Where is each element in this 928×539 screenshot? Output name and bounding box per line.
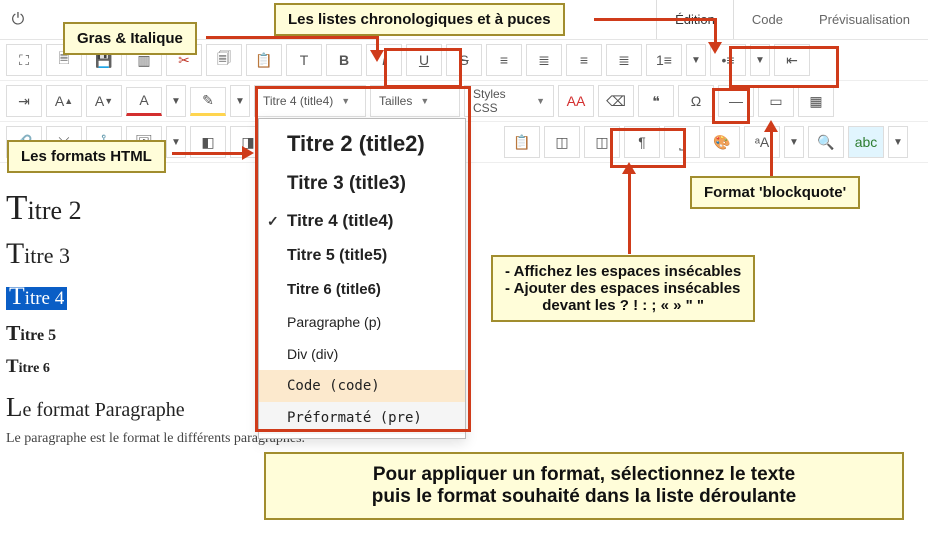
text-color-caret[interactable]: ▼ [166,85,186,117]
selected-heading: Titre 4 [6,287,67,310]
size-select[interactable]: Tailles▼ [370,85,460,117]
instruction-box: Pour appliquer un format, sélectionnez l… [264,452,904,520]
callout-html-formats: Les formats HTML [7,140,166,173]
nbsp-line1: - Affichez les espaces insécables [505,263,741,280]
styles-select[interactable]: Styles CSS▼ [464,85,554,117]
bold-button[interactable]: B [326,44,362,76]
tab-edition[interactable]: Édition [656,0,734,39]
dropdown-pre[interactable]: Préformaté (pre) [259,402,465,434]
underline-button[interactable]: U [406,44,442,76]
unordered-list-caret[interactable]: ▼ [750,44,770,76]
text-color-icon[interactable]: A [126,87,162,116]
format-dropdown[interactable]: Titre 2 (title2) Titre 3 (title3) Titre … [258,118,466,439]
case-caret[interactable]: ▼ [784,126,804,158]
image-caret[interactable]: ▼ [166,126,186,158]
module2-icon[interactable]: ◫ [584,126,620,158]
dropdown-div[interactable]: Div (div) [259,338,465,370]
callout-lists: Les listes chronologiques et à puces [274,3,565,36]
tab-code[interactable]: Code [734,0,801,39]
nbsp-line2: - Ajouter des espaces insécables [505,280,741,297]
size-select-value: Tailles [379,94,412,108]
letter: A [139,92,148,108]
ordered-list-caret[interactable]: ▼ [686,44,706,76]
dropdown-title4[interactable]: Titre 4 (title4) [259,203,465,239]
divider-icon[interactable]: — [718,85,754,117]
eraser-icon[interactable]: ⌫ [598,85,634,117]
tab-preview[interactable]: Prévisualisation [801,0,928,39]
unordered-list-icon[interactable]: •≡ [710,44,746,76]
paste-icon[interactable]: 📋 [246,44,282,76]
spellcheck-caret[interactable]: ▼ [888,126,908,158]
format-select-value: Titre 4 (title4) [263,94,333,108]
strike-button[interactable]: S [446,44,482,76]
outdent-icon[interactable]: ⇤ [774,44,810,76]
dropdown-title2[interactable]: Titre 2 (title2) [259,123,465,165]
highlight-icon[interactable]: ✎ [190,87,226,116]
highlight-caret[interactable]: ▼ [230,85,250,117]
instr-line1: Pour appliquer un format, sélectionnez l… [282,464,886,486]
pilcrow-icon[interactable]: ¶ [624,126,660,158]
callout-blockquote: Format 'blockquote' [690,176,860,209]
dropdown-title5[interactable]: Titre 5 (title5) [259,239,465,273]
nbsp-icon[interactable]: ⎵ [664,126,700,158]
indent-icon[interactable]: ⇥ [6,85,42,117]
font-smaller-icon[interactable]: A▼ [86,85,122,117]
copy-icon[interactable]: 🗐 [206,44,242,76]
special-char-icon[interactable]: Ω [678,85,714,117]
dropdown-title3[interactable]: Titre 3 (title3) [259,165,465,203]
callout-nbsp: - Affichez les espaces insécables - Ajou… [491,255,755,322]
clipboard-check-icon[interactable]: 📋 [504,126,540,158]
ordered-list-icon[interactable]: 1≡ [646,44,682,76]
palette-icon[interactable]: 🎨 [704,126,740,158]
table-icon[interactable]: ▦ [798,85,834,117]
letter: A [95,93,104,109]
italic-button[interactable]: I [366,44,402,76]
font-larger-icon[interactable]: A▲ [46,85,82,117]
power-button[interactable]: ⏻ [0,0,36,39]
align-justify-icon[interactable]: ≣ [606,44,642,76]
letter: A [55,93,64,109]
align-right-icon[interactable]: ≡ [566,44,602,76]
blockquote-icon[interactable]: ❝ [638,85,674,117]
mode-tabs: Édition Code Prévisualisation [656,0,928,39]
paste-text-icon[interactable]: T [286,44,322,76]
dropdown-title6[interactable]: Titre 6 (title6) [259,273,465,306]
toolbar-row-2: ⇥ A▲ A▼ A ▼ ✎ ▼ Titre 4 (title4)▼ Taille… [0,81,928,122]
spellcheck-icon[interactable]: abc [848,126,884,158]
instr-line2: puis le format souhaité dans la liste dé… [282,486,886,508]
format-select[interactable]: Titre 4 (title4)▼ [254,85,366,117]
align-left-icon[interactable]: ≡ [486,44,522,76]
hr-icon[interactable]: ▭ [758,85,794,117]
nbsp-line3: devant les ? ! : ; « » " " [505,297,741,314]
callout-bold-italic: Gras & Italique [63,22,197,55]
dropdown-code[interactable]: Code (code) [259,370,465,402]
fullscreen-icon[interactable]: ⛶ [6,44,42,76]
capitalize-icon[interactable]: AA [558,85,594,117]
case-icon[interactable]: ᵃA [744,126,780,158]
align-center-icon[interactable]: ≣ [526,44,562,76]
styles-select-value: Styles CSS [473,87,528,115]
image-left-icon[interactable]: ◧ [190,126,226,158]
module-icon[interactable]: ◫ [544,126,580,158]
search-icon[interactable]: 🔍 [808,126,844,158]
dropdown-paragraph[interactable]: Paragraphe (p) [259,306,465,338]
